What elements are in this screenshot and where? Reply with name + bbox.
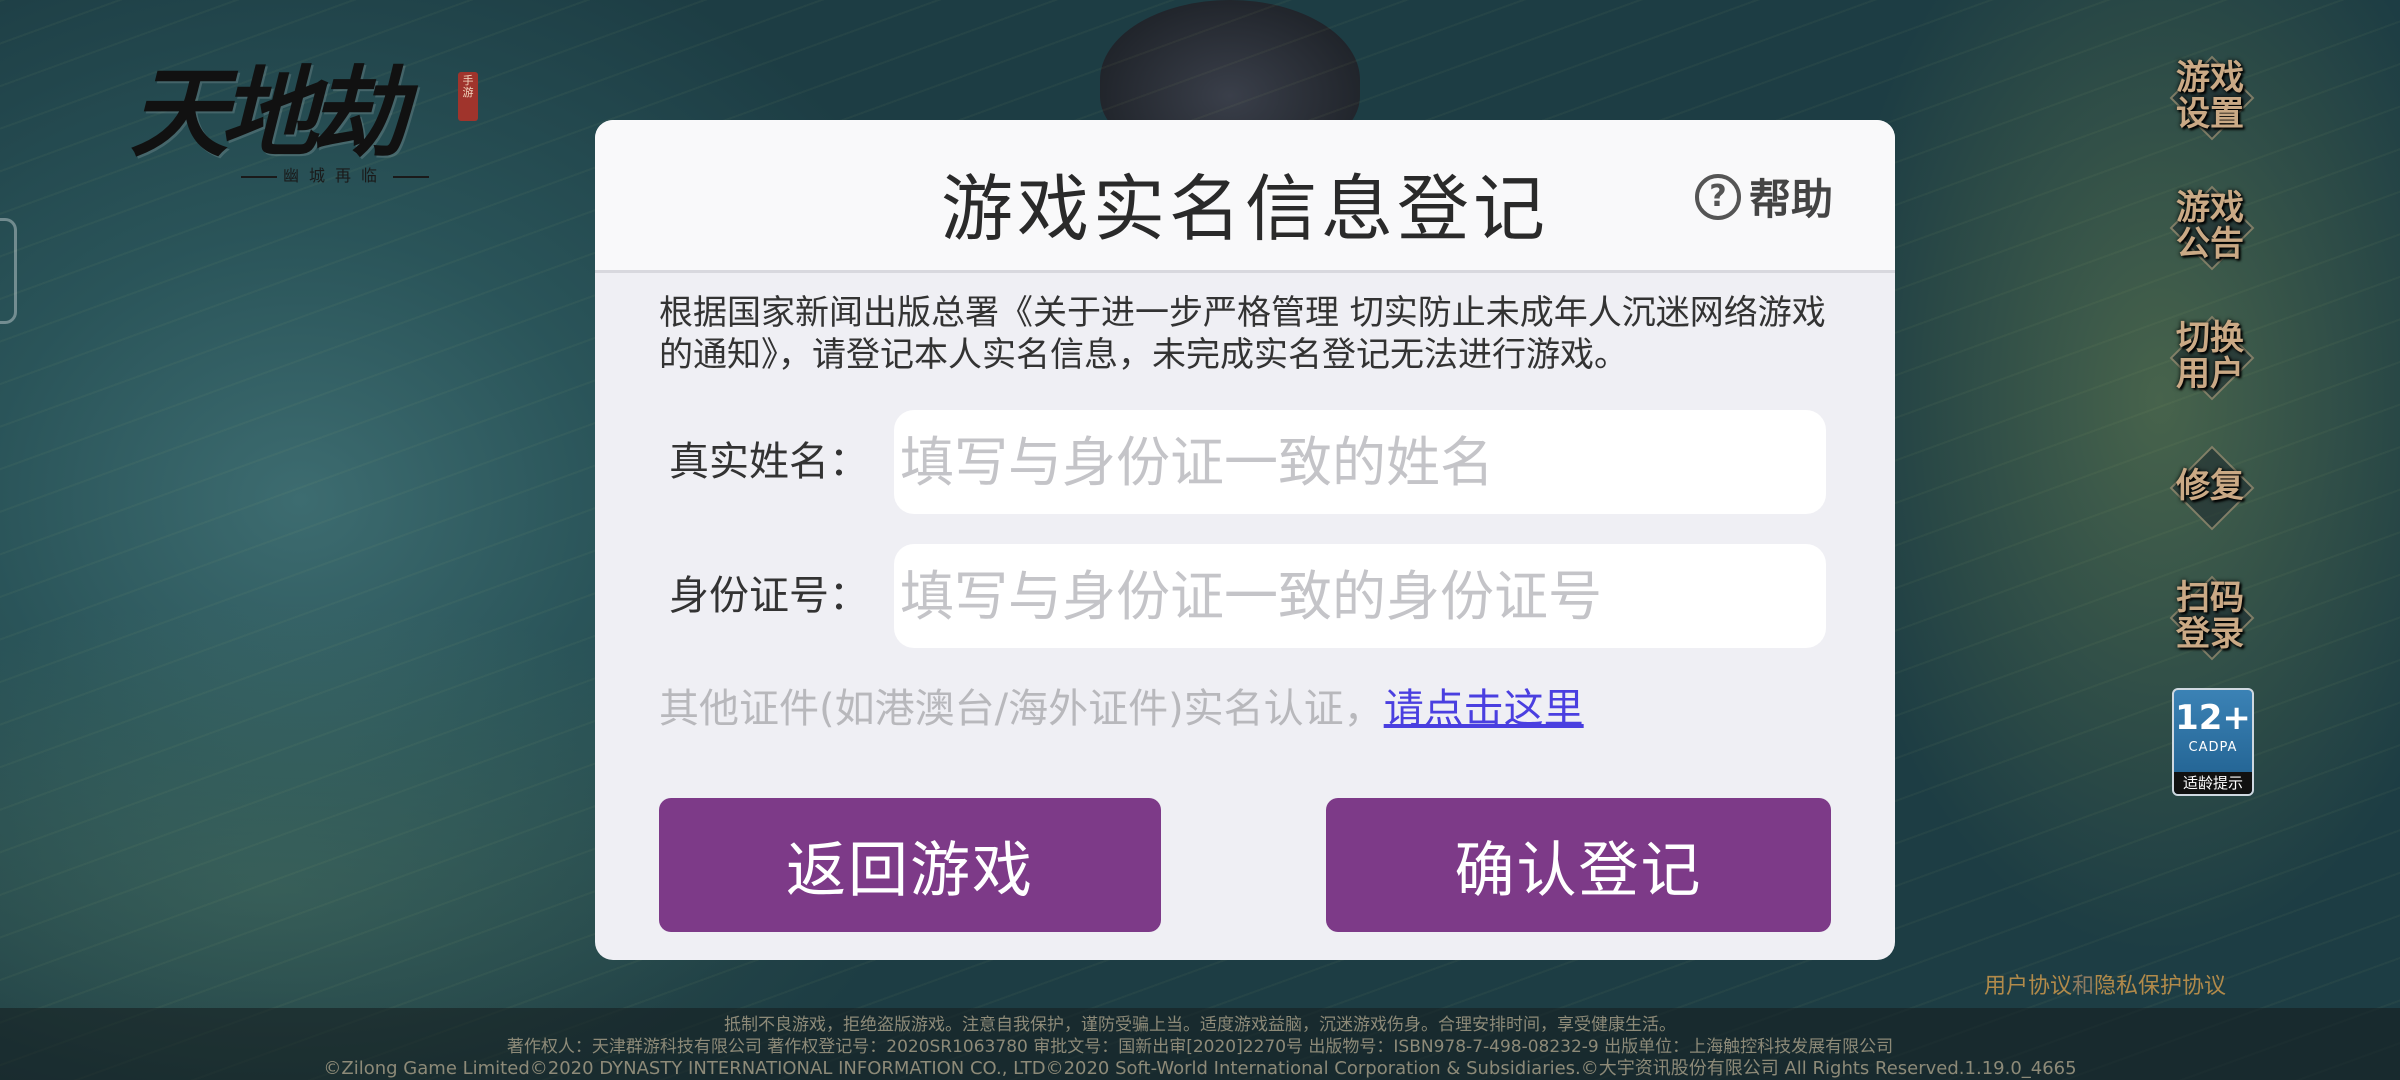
real-name-dialog: 游戏实名信息登记 ? 帮助 根据国家新闻出版总署《关于进一步严格管理 切实防止未… — [595, 120, 1895, 960]
return-to-game-button[interactable]: 返回游戏 — [659, 798, 1161, 932]
other-cert-text: 其他证件(如港澳台/海外证件)实名认证， — [659, 686, 1384, 732]
side-item-switch-user[interactable]: 切换 用户 — [2160, 300, 2260, 412]
dialog-header: 游戏实名信息登记 ? 帮助 — [595, 120, 1895, 273]
help-label: 帮助 — [1749, 175, 1834, 224]
age-rating: 12+ — [2175, 698, 2251, 738]
logo-subtitle: 幽城再临 — [190, 162, 480, 186]
side-item-label: 切换 用户 — [2176, 318, 2244, 394]
question-circle-icon: ? — [1695, 173, 1741, 220]
id-number-input[interactable] — [894, 544, 1826, 648]
id-field-row: 身份证号： — [659, 544, 1831, 648]
logo-title: 天地劫 — [130, 56, 408, 171]
name-field-row: 真实姓名： — [659, 410, 1831, 514]
real-name-input[interactable] — [894, 410, 1826, 514]
logo-seal: 手游 — [458, 72, 478, 121]
left-edge-tab[interactable] — [0, 218, 17, 324]
side-item-repair[interactable]: 修复 — [2160, 430, 2260, 542]
game-logo: 天地劫 手游 幽城再临 — [120, 34, 480, 186]
side-item-label: 游戏 公告 — [2176, 188, 2244, 264]
confirm-registration-button[interactable]: 确认登记 — [1326, 798, 1831, 932]
side-item-announcement[interactable]: 游戏 公告 — [2160, 170, 2260, 282]
help-button[interactable]: ? 帮助 — [1695, 166, 1833, 227]
side-item-game-settings[interactable]: 游戏 设置 — [2160, 40, 2260, 152]
agreement-links: 用户协议和隐私保护协议 — [1984, 968, 2226, 1000]
side-item-label: 扫码 登录 — [2176, 578, 2244, 654]
footer-copyright: ©Zilong Game Limited©2020 DYNASTY INTERN… — [323, 1058, 2077, 1079]
regulation-notice: 根据国家新闻出版总署《关于进一步严格管理 切实防止未成年人沉迷网络游戏的通知》，… — [659, 293, 1826, 375]
user-agreement-link[interactable]: 用户协议 — [1984, 974, 2072, 999]
privacy-agreement-link[interactable]: 隐私保护协议 — [2094, 974, 2226, 999]
side-menu: 游戏 设置 游戏 公告 切换 用户 修复 扫码 登录 — [2160, 40, 2260, 690]
agreement-and: 和 — [2072, 974, 2095, 999]
side-item-label: 游戏 设置 — [2176, 58, 2244, 134]
age-rating-tip: 适龄提示 — [2174, 772, 2252, 794]
age-rating-badge[interactable]: 12+ CADPA 适龄提示 — [2172, 688, 2254, 796]
age-rating-org: CADPA — [2188, 740, 2238, 755]
side-item-label: 修复 — [2176, 466, 2244, 506]
other-cert-notice: 其他证件(如港澳台/海外证件)实名认证，请点击这里 — [659, 676, 1584, 734]
other-cert-link[interactable]: 请点击这里 — [1384, 686, 1584, 732]
side-item-scan-login[interactable]: 扫码 登录 — [2160, 560, 2260, 672]
id-label: 身份证号： — [669, 573, 869, 619]
name-label: 真实姓名： — [669, 439, 869, 485]
